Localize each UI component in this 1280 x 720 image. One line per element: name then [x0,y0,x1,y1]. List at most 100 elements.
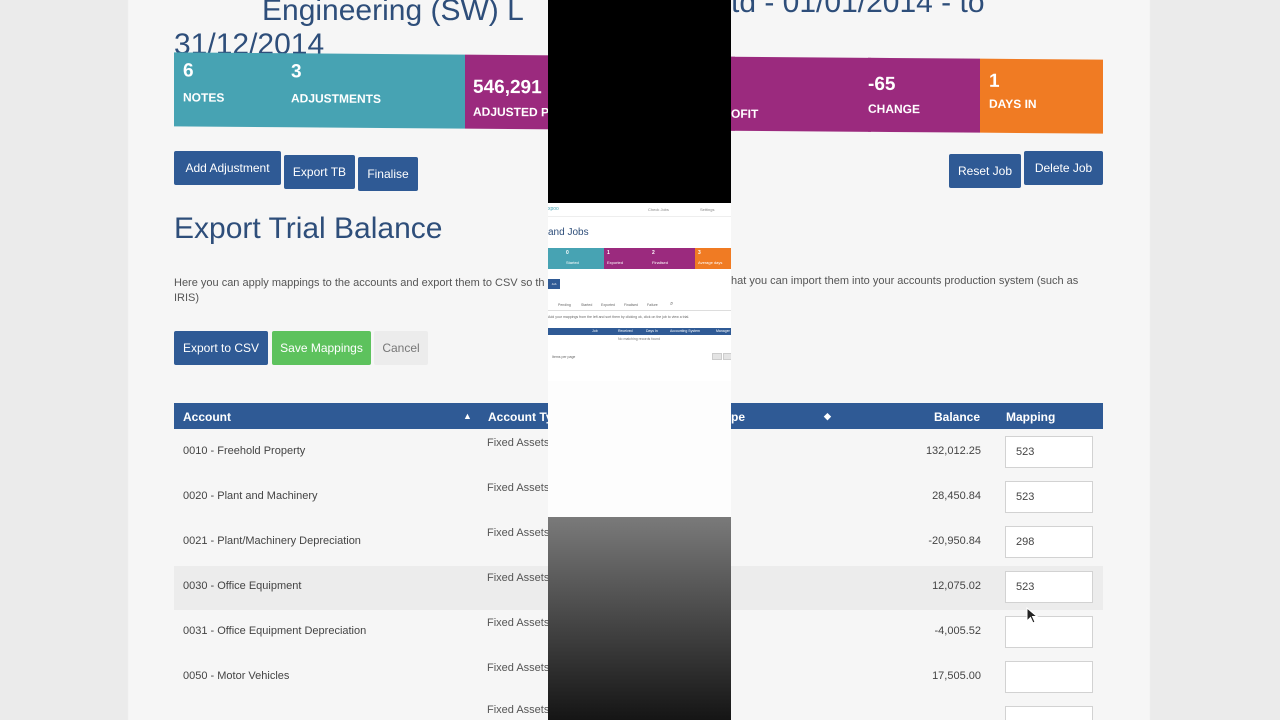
type-cell: Fixed Assets [487,704,550,716]
cancel-button[interactable]: Cancel [374,331,428,365]
overlay-tile-label: Average days [698,260,723,265]
overlay-filter-tab[interactable]: Exported [601,303,615,307]
account-cell: 0020 - Plant and Machinery [183,490,318,502]
mapping-input[interactable]: 298 [1005,526,1093,558]
stat-profit-label: ofit [731,106,759,121]
stat-adjusted-profit-label: Adjusted Pr [473,104,558,120]
overlay-table-header: Job Received Days In Accounting System M… [548,328,731,335]
balance-cell: -20,950.84 [928,535,981,547]
overlay-empty-text: No matching records found [618,337,661,341]
mapping-input[interactable] [1005,661,1093,693]
overlay-top-link-1[interactable]: Check Jobs [648,207,669,212]
column-account-type[interactable]: Account Ty [488,410,552,424]
overlay-tile-label: Finalised [652,260,669,265]
mapping-input[interactable] [1005,706,1093,720]
overlay-gradient [548,517,731,720]
export-csv-button[interactable]: Export to CSV [174,331,268,365]
overlay-tiles: 0 Started 1 Exported 2 Finalised 3 Avera… [548,248,731,269]
page-title-right: td - 01/01/2014 - to [731,0,985,19]
sort-icon[interactable]: ◆ [824,411,831,422]
mouse-cursor-icon [1026,607,1039,624]
stat-profit: ofit [731,56,871,132]
overlay-tile: 0 Started [548,248,604,269]
stat-adjustments: 3 Adjustments [291,53,465,129]
overlay-tile-value: 3 [698,250,701,256]
overlay-tile-value: 1 [607,250,610,256]
description-left-line2: IRIS) [174,292,200,304]
stat-days-in-value: 1 [989,70,1000,92]
export-tb-button[interactable]: Export TB [284,155,355,189]
overlay-tile-label: Started [566,260,579,265]
column-account-type-right: pe [731,410,746,424]
stat-adjusted-profit-value: 546,291 [473,76,542,99]
overlay-column[interactable]: Days In [646,329,658,333]
overlay-column[interactable]: Accounting System [670,329,700,333]
account-cell: 0030 - Office Equipment [183,580,302,592]
description-left-line1: Here you can apply mappings to the accou… [174,277,545,289]
stat-change-value: -65 [868,73,896,96]
overlay-heading: and Jobs [548,227,589,238]
sort-icon[interactable]: ▲ [463,411,472,421]
overlay-prev-page-button[interactable] [712,353,722,360]
type-cell: Fixed Assets [487,662,550,674]
page-title-line1: Engineering (SW) L [262,0,524,27]
overlay-filters: Pending Started Exported Finalised Failu… [548,301,731,311]
overlay-tile-value: 2 [652,250,655,256]
overlay-tile: 1 Exported [604,248,649,269]
overlay-column[interactable]: Received [618,329,633,333]
overlay-filter-tab[interactable]: Started [581,303,592,307]
overlay-items-per-page: Items per page [552,355,576,359]
balance-cell: -4,005.52 [934,625,981,637]
overlay-tile-label: Exported [607,260,624,265]
account-cell: 0031 - Office Equipment Depreciation [183,625,367,637]
account-cell: 0010 - Freehold Property [183,445,306,457]
balance-cell: 17,505.00 [932,670,981,682]
stat-change: -65 Change [868,57,980,133]
section-title: Export Trial Balance [174,212,443,245]
stat-notes: 6 Notes [174,52,291,128]
overlay-column[interactable]: Job [592,329,598,333]
finalise-button[interactable]: Finalise [358,157,418,191]
overlay-screenshot: xpoo Check Jobs Settings and Jobs 0 Star… [548,203,731,381]
mapping-input[interactable]: 523 [1005,571,1093,603]
mapping-input[interactable]: 523 [1005,436,1093,468]
overlay-white-band [548,381,731,517]
overlay-brand: xpoo [548,206,559,212]
stat-adjustments-value: 3 [291,61,302,83]
overlay-filter-tab[interactable]: Finalised [624,303,638,307]
stat-days-in: 1 Days in [980,58,1103,134]
add-adjustment-button[interactable]: Add Adjustment [174,151,281,185]
overlay-note: Add your mappings from the left and sort… [548,315,690,319]
overlay-add-button[interactable]: Job [548,279,560,289]
overlay-tile: 2 Finalised [649,248,695,269]
overlay-topbar: xpoo Check Jobs Settings [548,203,731,217]
type-cell: Fixed Assets [487,572,550,584]
save-mappings-button[interactable]: Save Mappings [272,331,371,365]
description-left: Here you can apply mappings to the accou… [174,276,548,306]
mapping-input[interactable] [1005,616,1093,648]
type-cell: Fixed Assets [487,527,550,539]
stat-adjustments-label: Adjustments [291,91,382,106]
stat-days-in-label: Days in [989,96,1037,112]
mapping-input[interactable]: 523 [1005,481,1093,513]
column-mapping[interactable]: Mapping [1006,410,1055,424]
overlay-filter-tab[interactable]: Failure [647,303,658,307]
balance-cell: 132,012.25 [925,445,981,457]
search-icon[interactable]: ⌕ [670,301,673,308]
overlay-column[interactable]: Manager [716,329,730,333]
delete-job-button[interactable]: Delete Job [1024,151,1103,185]
description-right: hat you can import them into your accoun… [731,275,1079,287]
overlay-next-page-button[interactable] [723,353,731,360]
balance-cell: 12,075.02 [932,580,981,592]
overlay-top-link-2[interactable]: Settings [700,207,714,212]
type-cell: Fixed Assets [487,617,550,629]
reset-job-button[interactable]: Reset Job [949,154,1021,188]
column-balance[interactable]: Balance [934,410,980,424]
overlay-tile-value: 0 [566,250,569,256]
overlay-tile: 3 Average days [695,248,731,269]
stat-change-label: Change [868,101,921,117]
column-account[interactable]: Account [183,410,231,424]
stat-notes-label: Notes [183,90,225,105]
video-overlay: xpoo Check Jobs Settings and Jobs 0 Star… [548,0,731,720]
overlay-filter-tab[interactable]: Pending [558,303,571,307]
